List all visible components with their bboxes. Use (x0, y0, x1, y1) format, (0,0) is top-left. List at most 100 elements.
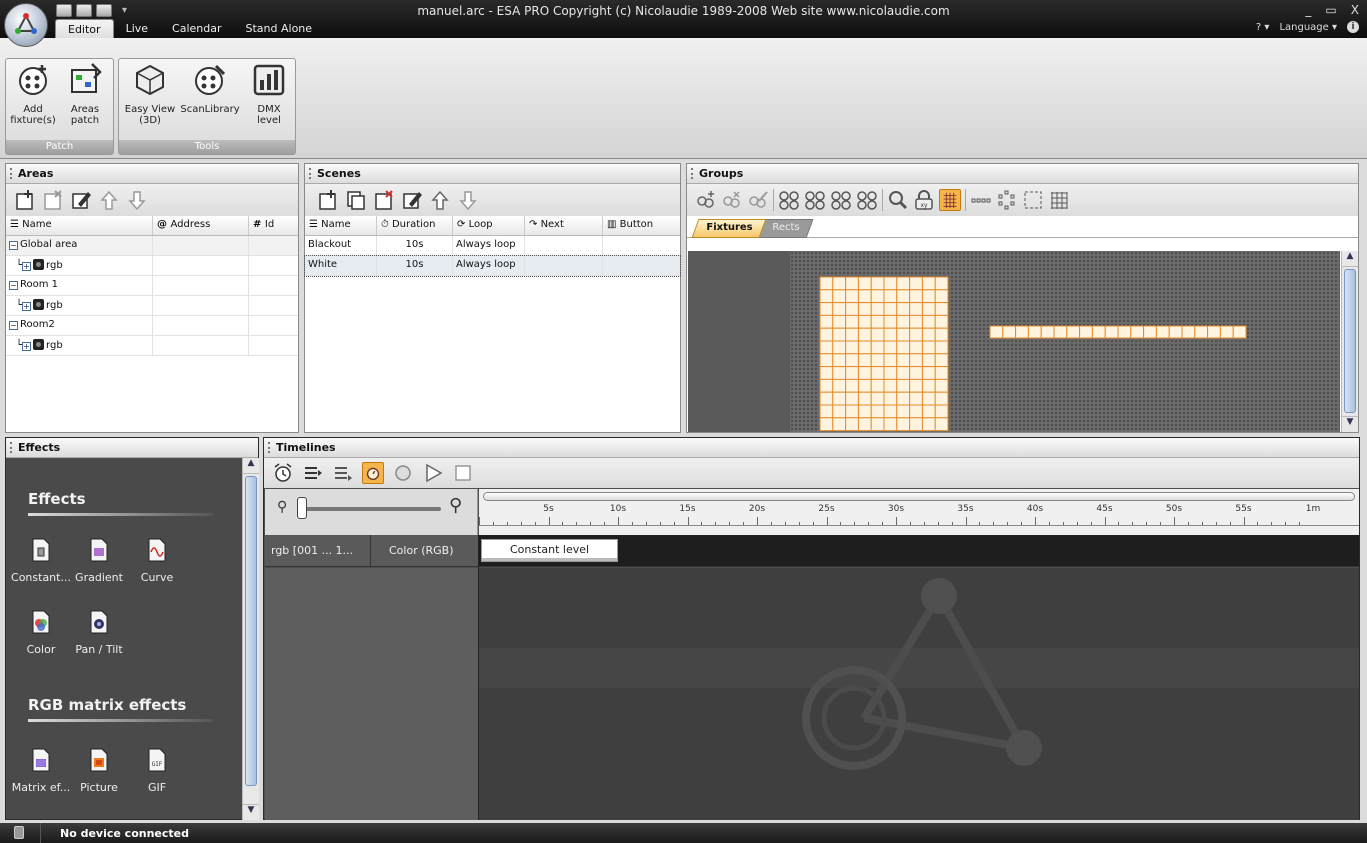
table-row[interactable]: − Room 1 (6, 276, 298, 296)
fixtures-canvas[interactable] (790, 251, 1340, 432)
add-group-icon[interactable] (695, 189, 717, 211)
effect-pan-tilt[interactable]: Pan / Tilt (64, 610, 134, 656)
fixture-cell[interactable] (819, 378, 834, 393)
fixture-cell[interactable] (909, 289, 923, 304)
scroll-thumb[interactable] (1344, 269, 1356, 413)
fixture-cell[interactable] (1130, 325, 1145, 339)
fixture-cell[interactable] (857, 327, 872, 342)
move-down-icon[interactable] (457, 189, 479, 211)
fixture-cell[interactable] (921, 404, 936, 419)
tab-stand-alone[interactable]: Stand Alone (234, 19, 325, 39)
fixture-cell[interactable] (896, 366, 911, 380)
fixture-cell[interactable] (857, 391, 872, 406)
fixture-cell[interactable] (819, 391, 834, 406)
scroll-thumb[interactable] (245, 476, 257, 786)
fixture-cell[interactable] (845, 302, 859, 316)
subtab-fixtures[interactable]: Fixtures (691, 219, 767, 238)
fixture-cell[interactable] (845, 289, 859, 304)
fixture-cell[interactable] (857, 276, 872, 291)
subtab-rects[interactable]: Rects (757, 219, 814, 238)
zoom-icon[interactable] (887, 189, 909, 211)
fixture-cell[interactable] (832, 366, 847, 380)
fixture-cell[interactable] (832, 276, 847, 291)
fixture-cell[interactable] (1194, 325, 1209, 339)
column-loop[interactable]: ⟳ Loop (453, 216, 525, 235)
collapse-icon[interactable]: − (9, 241, 18, 250)
fixture-cell[interactable] (870, 391, 885, 406)
fixture-cell[interactable] (1091, 325, 1106, 339)
matrix-layout-icon[interactable] (1048, 189, 1070, 211)
fixture-cell[interactable] (909, 314, 923, 329)
circle-layout-icon[interactable] (996, 189, 1018, 211)
scroll-down-icon[interactable]: ▼ (1342, 416, 1358, 432)
fixture-cell[interactable] (870, 314, 885, 329)
time-ruler[interactable]: 5s 10s 15s 20s 25s 30s 35s 40s 45s 50s 55s 1m (479, 489, 1359, 535)
fixture-cell[interactable] (832, 314, 847, 329)
add-fixtures-button[interactable]: Add fixture(s) (10, 62, 56, 126)
expand-icon[interactable]: + (22, 262, 32, 271)
fixture-cell[interactable] (845, 366, 859, 380)
fixture-cell[interactable] (934, 417, 949, 432)
table-row[interactable]: └+ rgb (6, 256, 298, 276)
zoom-in-icon[interactable]: ⚲ (449, 495, 462, 516)
collapse-icon[interactable]: − (9, 321, 18, 330)
record-icon[interactable] (392, 462, 414, 484)
fixture-cell[interactable] (896, 302, 911, 316)
effect-gif[interactable]: GIF GIF (122, 748, 192, 794)
zoom-out-icon[interactable]: ⚲ (277, 499, 287, 515)
fixture-cell[interactable] (819, 289, 834, 304)
fixture-cell[interactable] (845, 353, 859, 368)
fixture-cell[interactable] (832, 417, 847, 432)
effects-scrollbar[interactable]: ▲ ▼ (242, 458, 259, 820)
fixture-cell[interactable] (870, 289, 885, 304)
fixture-cell[interactable] (857, 302, 872, 316)
close-button[interactable]: X (1351, 3, 1359, 17)
fixture-cell[interactable] (857, 353, 872, 368)
fixture-cell[interactable] (909, 417, 923, 432)
scroll-down-icon[interactable]: ▼ (243, 804, 259, 820)
fixture-cell[interactable] (921, 340, 936, 355)
fixture-cell[interactable] (921, 378, 936, 393)
alarm-clock-icon[interactable] (272, 462, 294, 484)
help-menu[interactable]: ? ▾ (1256, 22, 1270, 33)
copy-scene-icon[interactable] (345, 189, 367, 211)
fixture-cell[interactable] (883, 391, 898, 406)
expand-icon[interactable]: + (22, 302, 32, 311)
fixture-cell[interactable] (921, 276, 936, 291)
fixture-cell[interactable] (845, 417, 859, 432)
fixture-cell[interactable] (870, 404, 885, 419)
fixture-cell[interactable] (870, 366, 885, 380)
move-up-icon[interactable] (429, 189, 451, 211)
fixture-cell[interactable] (857, 417, 872, 432)
invert-selection-icon[interactable] (830, 189, 852, 211)
line-layout-icon[interactable] (970, 189, 992, 211)
fixture-cell[interactable] (1079, 325, 1093, 339)
fixture-cell[interactable] (819, 340, 834, 355)
scroll-up-icon[interactable]: ▲ (1342, 251, 1358, 267)
column-next[interactable]: ↷ Next (525, 216, 603, 235)
delete-scene-icon[interactable] (373, 189, 395, 211)
fixture-cell[interactable] (845, 391, 859, 406)
fixture-cell[interactable] (896, 391, 911, 406)
fixture-cell[interactable] (934, 314, 949, 329)
fixture-cell[interactable] (909, 276, 923, 291)
fixture-cell[interactable] (883, 366, 898, 380)
fixture-cell[interactable] (832, 378, 847, 393)
fixture-cell[interactable] (1155, 325, 1170, 339)
fixture-cell[interactable] (819, 417, 834, 432)
fixture-cell[interactable] (883, 340, 898, 355)
table-row[interactable]: └+ rgb (6, 336, 298, 356)
fixture-cell[interactable] (819, 276, 834, 291)
fixture-cell[interactable] (896, 417, 911, 432)
new-area-icon[interactable] (14, 189, 36, 211)
stopwatch-icon[interactable] (362, 462, 384, 484)
fixture-cell[interactable] (896, 289, 911, 304)
easy-view-button[interactable]: Easy View (3D) (122, 62, 178, 126)
fixture-cell[interactable] (934, 276, 949, 291)
fixture-cell[interactable] (832, 353, 847, 368)
fixture-cell[interactable] (934, 391, 949, 406)
fixture-cell[interactable] (832, 340, 847, 355)
fixture-cell[interactable] (832, 404, 847, 419)
fixture-cell[interactable] (896, 314, 911, 329)
select-even-fixtures-icon[interactable] (856, 189, 878, 211)
